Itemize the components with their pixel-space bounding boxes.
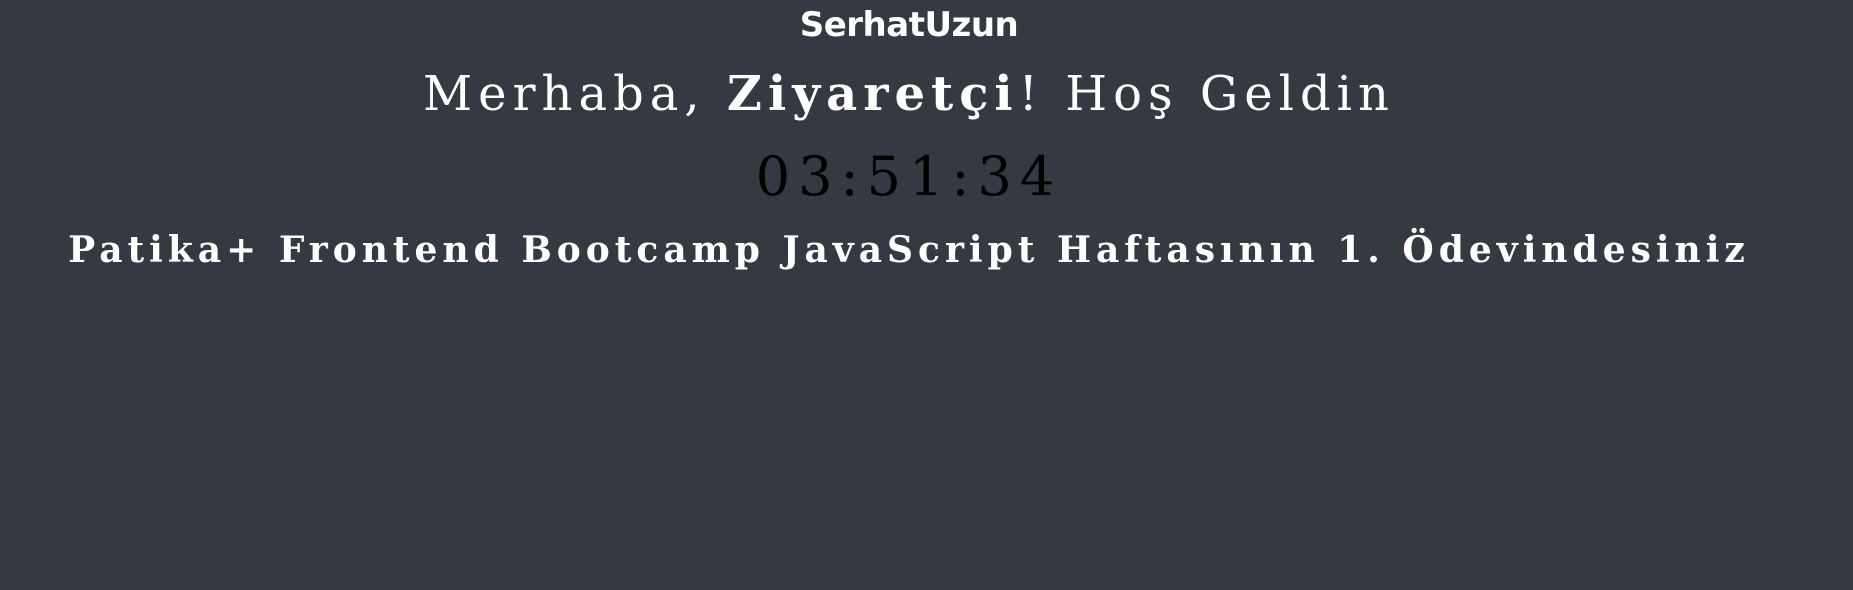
author-title: SerhatUzun <box>799 5 1019 45</box>
greeting-suffix: ! Hoş Geldin <box>1018 66 1395 122</box>
visitor-name: Ziyaretçi <box>726 66 1019 122</box>
course-message: Patika+ Frontend Bootcamp JavaScript Haf… <box>68 229 1750 271</box>
clock-display: 03:51:34 <box>755 145 1063 208</box>
greeting-prefix: Merhaba, <box>423 66 727 122</box>
greeting-line: Merhaba, Ziyaretçi! Hoş Geldin <box>0 62 1818 126</box>
page: { "header": { "author": "SerhatUzun" }, … <box>0 0 1853 590</box>
